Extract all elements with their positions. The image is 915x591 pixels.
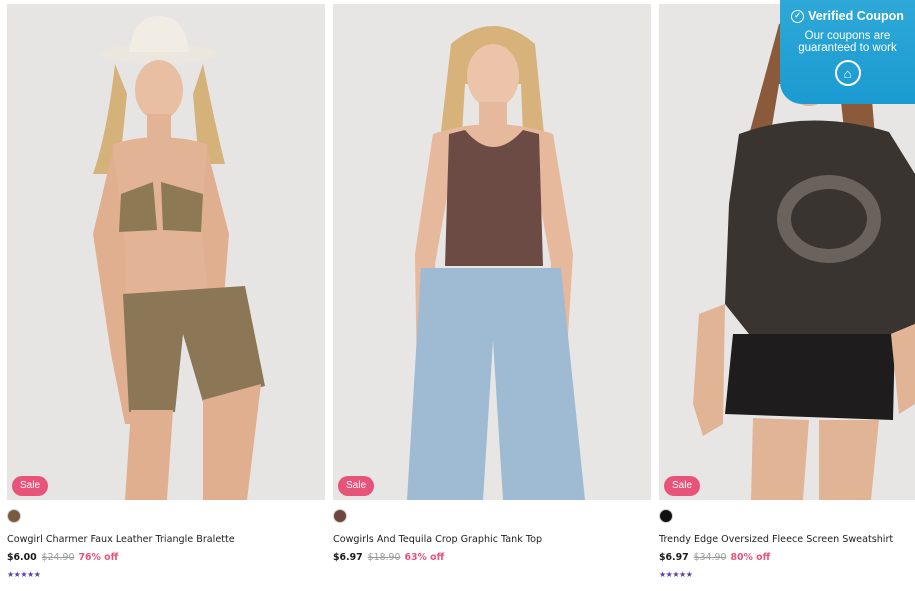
sale-badge: Sale [338, 476, 375, 496]
home-logo-icon[interactable]: ⌂ [834, 60, 861, 86]
price-row: $6.97 $18.90 63% off [333, 552, 444, 563]
rating-stars: ★★★★★ [7, 570, 41, 579]
coupon-header: ✓ Verified Coupon [780, 9, 915, 23]
color-swatch[interactable] [659, 509, 673, 523]
product-title[interactable]: Cowgirls And Tequila Crop Graphic Tank T… [333, 534, 651, 545]
sale-badge: Sale [12, 476, 49, 496]
price-row: $6.97 $34.90 80% off [659, 552, 770, 563]
product-image[interactable]: Sale [7, 4, 325, 500]
original-price: $18.90 [367, 552, 401, 563]
color-swatch[interactable] [333, 509, 347, 523]
price-row: $6.00 $24.90 76% off [7, 552, 118, 563]
coupon-subtitle-line1: Our coupons are [804, 30, 891, 42]
sale-price: $6.00 [7, 552, 37, 563]
sale-badge: Sale [664, 476, 701, 496]
product-image[interactable]: Sale [333, 4, 651, 500]
product-title[interactable]: Trendy Edge Oversized Fleece Screen Swea… [659, 534, 915, 545]
coupon-title: Verified Coupon [808, 9, 904, 23]
color-swatch[interactable] [7, 509, 21, 523]
product-card[interactable]: Sale Cowgirl Charmer Faux Leather Triang… [7, 0, 325, 579]
verified-coupon-panel[interactable]: ✓ Verified Coupon Our coupons are guaran… [780, 0, 915, 104]
product-card[interactable]: Sale Cowgirls And Tequila Crop Graphic T… [333, 0, 651, 563]
discount-label: 80% off [730, 552, 771, 563]
sale-price: $6.97 [333, 552, 363, 563]
discount-label: 76% off [78, 552, 119, 563]
original-price: $34.90 [693, 552, 727, 563]
discount-label: 63% off [404, 552, 445, 563]
coupon-subtitle-line2: guaranteed to work [798, 42, 897, 54]
product-grid: Sale Cowgirl Charmer Faux Leather Triang… [0, 0, 915, 591]
product-title[interactable]: Cowgirl Charmer Faux Leather Triangle Br… [7, 534, 325, 545]
original-price: $24.90 [41, 552, 75, 563]
coupon-subtitle: Our coupons are guaranteed to work [780, 30, 915, 54]
rating-stars: ★★★★★ [659, 570, 693, 579]
sale-price: $6.97 [659, 552, 689, 563]
check-circle-icon: ✓ [791, 9, 805, 23]
